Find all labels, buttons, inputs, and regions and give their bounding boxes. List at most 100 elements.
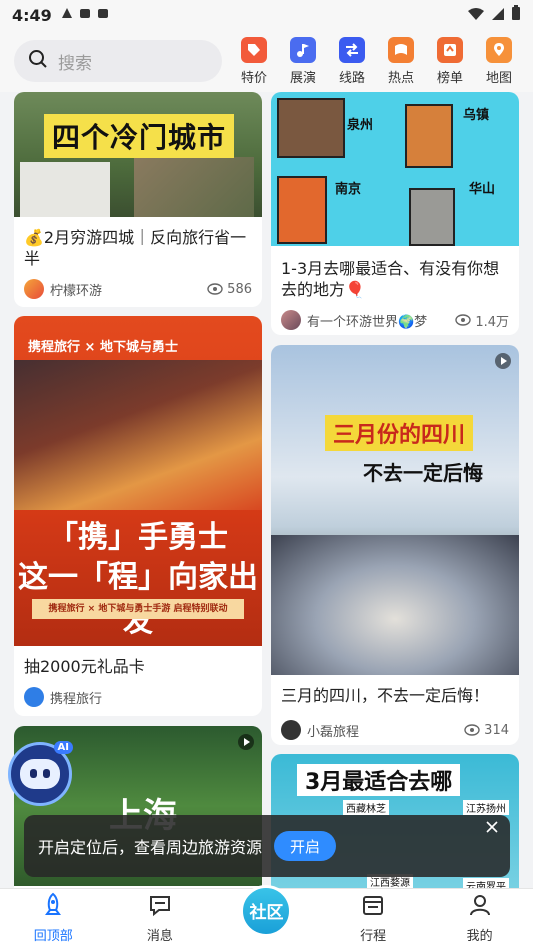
feed-card[interactable]: 泉州 乌镇 南京 华山 1-3月去哪最适合、有没有你想去的地方🎈 有一个环游世界… xyxy=(271,92,519,335)
video-play-icon xyxy=(238,734,254,750)
author-name[interactable]: 柠檬环游 xyxy=(50,280,102,299)
fire-flag-icon xyxy=(388,36,414,63)
category-label: 榜单 xyxy=(436,70,463,86)
author-name[interactable]: 有一个环游世界🌍梦 xyxy=(307,311,427,330)
card-meta: 携程旅行 xyxy=(14,687,262,707)
nav-label: 我的 xyxy=(466,929,493,944)
image-subline: 携程旅行 × 地下城与勇士手游 启程特别联动 xyxy=(32,599,244,619)
feed-card[interactable]: 三月份的四川 不去一定后悔 三月的四川，不去一定后悔！ 小磊旅程 314 xyxy=(271,345,519,745)
card-image[interactable]: 携程旅行 × 地下城与勇士 「携」手勇士 这一「程」向家出发 携程旅行 × 地下… xyxy=(14,316,262,646)
nav-label: 回顶部 xyxy=(33,929,73,944)
card-meta: 小磊旅程 314 xyxy=(271,720,519,740)
eye-icon xyxy=(207,283,223,295)
location-prompt: 开启定位后，查看周边旅游资源 开启 xyxy=(24,815,510,877)
category-routes[interactable]: 线路 xyxy=(328,36,376,86)
nav-messages[interactable]: 消息 xyxy=(107,889,214,948)
search-placeholder: 搜索 xyxy=(58,53,92,74)
category-label: 特价 xyxy=(240,70,267,86)
card-meta: 柠檬环游 586 xyxy=(14,279,262,299)
feed-card[interactable]: 携程旅行 × 地下城与勇士 「携」手勇士 这一「程」向家出发 携程旅行 × 地下… xyxy=(14,316,262,716)
image-house xyxy=(20,162,110,217)
robot-icon xyxy=(20,759,60,789)
ai-assistant-button[interactable]: AI xyxy=(8,741,73,806)
view-count-value: 314 xyxy=(484,722,509,738)
category-label: 地图 xyxy=(485,70,512,86)
view-count: 314 xyxy=(464,723,509,738)
music-icon xyxy=(290,36,316,63)
image-headline: 不去一定后悔 xyxy=(363,461,483,485)
enable-location-button[interactable]: 开启 xyxy=(274,831,337,861)
image-label: 云南罗平 xyxy=(463,878,509,888)
image-illustration xyxy=(14,360,262,510)
eye-icon xyxy=(455,314,472,326)
category-label: 展演 xyxy=(289,70,316,86)
status-time: 4:49 xyxy=(12,5,52,25)
nav-back-to-top[interactable]: 回顶部 xyxy=(0,889,107,948)
rocket-icon xyxy=(40,892,66,922)
avatar[interactable] xyxy=(281,310,301,330)
route-icon xyxy=(339,36,365,63)
card-title[interactable]: 抽2000元礼品卡 xyxy=(14,656,262,677)
image-photo xyxy=(277,176,327,244)
wifi-icon xyxy=(467,6,485,25)
category-hot[interactable]: 热点 xyxy=(377,36,425,86)
view-count: 586 xyxy=(207,282,252,297)
tag-icon xyxy=(241,36,267,63)
avatar[interactable] xyxy=(24,279,44,299)
header: 搜索 特价 展演 线路 热点 榜单 地图 xyxy=(0,30,533,92)
card-meta: 有一个环游世界🌍梦 1.4万 xyxy=(271,310,519,330)
itinerary-icon xyxy=(360,892,386,922)
category-ranking[interactable]: 榜单 xyxy=(426,36,474,86)
card-image[interactable]: 泉州 乌镇 南京 华山 xyxy=(271,92,519,246)
card-image[interactable]: 四个冷门城市 xyxy=(14,92,262,217)
nav-profile[interactable]: 我的 xyxy=(426,889,533,948)
map-pin-icon xyxy=(486,36,512,63)
image-label: 南京 xyxy=(335,182,362,197)
community-icon: 社区 xyxy=(240,884,293,937)
avatar[interactable] xyxy=(281,720,301,740)
signal-icon xyxy=(491,6,505,25)
category-map[interactable]: 地图 xyxy=(475,36,523,86)
ranking-icon xyxy=(437,36,463,63)
image-headline: 这一「程」向家出发 xyxy=(18,560,258,639)
image-headline: 三月份的四川 xyxy=(325,415,474,451)
image-headline: 「携」手勇士 xyxy=(48,520,228,555)
video-play-icon xyxy=(495,353,511,369)
search-bar[interactable]: 搜索 xyxy=(14,40,222,82)
author-name[interactable]: 携程旅行 xyxy=(50,688,102,707)
author-name[interactable]: 小磊旅程 xyxy=(307,721,359,740)
view-count-value: 1.4万 xyxy=(475,314,509,330)
notification-icon xyxy=(78,6,92,24)
card-image[interactable]: 三月份的四川 不去一定后悔 xyxy=(271,345,519,675)
category-deals[interactable]: 特价 xyxy=(230,36,278,86)
notification-icon xyxy=(60,6,74,24)
view-count-value: 586 xyxy=(227,281,252,297)
nav-community[interactable]: 社区 xyxy=(213,884,320,948)
ctrip-logo-icon[interactable] xyxy=(24,687,44,707)
content-feed[interactable]: 四个冷门城市 💰2月穷游四城｜反向旅行省一半 柠檬环游 586 泉州 乌镇 南京… xyxy=(0,92,533,888)
profile-icon xyxy=(467,892,493,922)
eye-icon xyxy=(464,724,480,736)
image-photo xyxy=(271,535,519,675)
image-logo: 携程旅行 × 地下城与勇士 xyxy=(28,340,178,355)
card-title[interactable]: 💰2月穷游四城｜反向旅行省一半 xyxy=(14,227,262,269)
image-photo xyxy=(405,104,453,168)
card-title[interactable]: 三月的四川，不去一定后悔！ xyxy=(271,685,519,706)
location-prompt-message: 开启定位后，查看周边旅游资源 xyxy=(38,838,263,857)
image-text: 四个冷门城市 xyxy=(44,114,235,158)
image-label: 泉州 xyxy=(347,118,374,133)
card-title[interactable]: 1-3月去哪最适合、有没有你想去的地方🎈 xyxy=(271,258,519,300)
nav-label: 消息 xyxy=(146,929,173,944)
nav-label: 行程 xyxy=(360,929,387,944)
image-stairs xyxy=(134,157,254,217)
image-label: 乌镇 xyxy=(463,108,490,123)
image-label: 西藏林芝 xyxy=(343,800,389,815)
category-shows[interactable]: 展演 xyxy=(279,36,327,86)
image-photo xyxy=(409,188,455,246)
image-text: 3月最适合去哪 xyxy=(297,764,461,796)
nav-itinerary[interactable]: 行程 xyxy=(320,889,427,948)
feed-card[interactable]: 四个冷门城市 💰2月穷游四城｜反向旅行省一半 柠檬环游 586 xyxy=(14,92,262,307)
notification-icon xyxy=(96,6,110,24)
close-icon[interactable] xyxy=(480,815,504,839)
category-shortcuts: 特价 展演 线路 热点 榜单 地图 xyxy=(230,36,523,86)
